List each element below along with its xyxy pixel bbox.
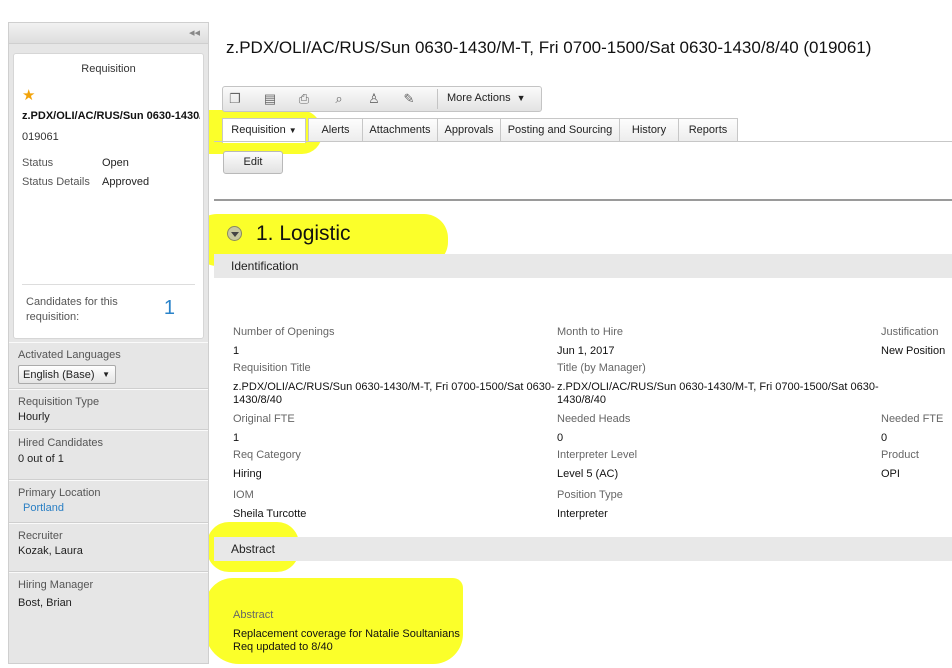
- interpreter-level-value: Level 5 (AC): [557, 468, 619, 480]
- tab-label: Attachments: [369, 124, 431, 136]
- iom-label: IOM: [233, 489, 254, 501]
- page-title: z.PDX/OLI/AC/RUS/Sun 0630-1430/M-T, Fri …: [226, 38, 872, 57]
- more-actions-button[interactable]: More Actions ▼: [447, 92, 526, 104]
- paste-icon[interactable]: ▤: [261, 91, 279, 107]
- status-value: Open: [102, 157, 129, 169]
- card-title: Requisition: [81, 63, 136, 75]
- needed-heads-value: 0: [557, 432, 564, 444]
- divider: [214, 199, 952, 201]
- candidates-count-link[interactable]: 1: [164, 297, 175, 320]
- requisition-number: 019061: [22, 131, 59, 143]
- edit-button[interactable]: Edit: [223, 151, 283, 174]
- tab-posting-and-sourcing[interactable]: Posting and Sourcing: [500, 118, 620, 142]
- primary-location-section: Primary Location Portland: [9, 480, 208, 523]
- requisition-card: Requisition ★ z.PDX/OLI/AC/RUS/Sun 0630-…: [13, 53, 204, 339]
- candidates-label: Candidates for this requisition:: [26, 296, 118, 323]
- user-search-icon[interactable]: ♙: [365, 91, 383, 107]
- iom-value: Sheila Turcotte: [233, 508, 307, 520]
- justification-value: New Position: [881, 345, 946, 357]
- original-fte-label: Original FTE: [233, 413, 295, 425]
- req-category-value: Hiring: [233, 468, 262, 480]
- divider: [22, 284, 195, 285]
- primary-location-label: Primary Location: [18, 487, 101, 499]
- interpreter-level-label: Interpreter Level: [557, 449, 638, 461]
- language-select[interactable]: English (Base) ▼: [18, 365, 116, 384]
- search-plus-icon[interactable]: ⌕: [330, 91, 348, 107]
- hired-candidates-section: Hired Candidates 0 out of 1: [9, 430, 208, 480]
- month-to-hire-value: Jun 1, 2017: [557, 345, 615, 357]
- tab-label: Approvals: [444, 124, 494, 136]
- tab-attachments[interactable]: Attachments: [362, 118, 438, 142]
- hired-candidates-value: 0 out of 1: [18, 453, 64, 465]
- needed-fte-label: Needed FTE: [881, 413, 944, 425]
- requisition-name: z.PDX/OLI/AC/RUS/Sun 0630-1430/M-T, Fri …: [22, 110, 200, 122]
- identification-band: Identification: [214, 254, 952, 278]
- activated-languages-label: Activated Languages: [18, 349, 121, 361]
- abstract-line-2: Req updated to 8/40: [233, 641, 333, 653]
- position-type-label: Position Type: [557, 489, 623, 501]
- tab-label: Posting and Sourcing: [507, 124, 613, 136]
- needed-heads-label: Needed Heads: [557, 413, 631, 425]
- product-label: Product: [881, 449, 919, 461]
- abstract-label: Abstract: [233, 609, 274, 621]
- needed-fte-value: 0: [881, 432, 888, 444]
- title-by-manager-value: z.PDX/OLI/AC/RUS/Sun 0630-1430/M-T, Fri …: [557, 381, 879, 406]
- chevron-down-icon: ▼: [516, 93, 526, 103]
- abstract-line-1: Replacement coverage for Natalie Soultan…: [233, 628, 460, 640]
- tab-reports[interactable]: Reports: [678, 118, 738, 142]
- collapse-icon[interactable]: ◂◂: [189, 26, 200, 39]
- tab-history[interactable]: History: [619, 118, 679, 142]
- number-of-openings-value: 1: [233, 345, 240, 357]
- copy-icon[interactable]: ❐: [226, 91, 244, 107]
- tab-label: Requisition: [231, 124, 286, 136]
- edit-note-icon[interactable]: ✎: [400, 91, 418, 107]
- original-fte-value: 1: [233, 432, 240, 444]
- requisition-title-label: Requisition Title: [233, 362, 311, 374]
- print-icon[interactable]: ⎙: [295, 91, 313, 107]
- hiring-manager-section: Hiring Manager Bost, Brian: [9, 572, 208, 632]
- recruiter-section: Recruiter Kozak, Laura: [9, 523, 208, 572]
- requisition-type-label: Requisition Type: [18, 396, 100, 408]
- more-actions-label: More Actions: [447, 92, 511, 104]
- tab-approvals[interactable]: Approvals: [437, 118, 501, 142]
- status-label: Status: [22, 157, 54, 169]
- position-type-value: Interpreter: [557, 508, 608, 520]
- tab-label: Reports: [688, 124, 728, 136]
- req-category-label: Req Category: [233, 449, 301, 461]
- requisition-type-section: Requisition Type Hourly: [9, 389, 208, 430]
- hiring-manager-label: Hiring Manager: [18, 579, 94, 591]
- requisition-title-value: z.PDX/OLI/AC/RUS/Sun 0630-1430/M-T, Fri …: [233, 381, 555, 406]
- requisition-type-value: Hourly: [18, 411, 50, 423]
- toolbar: ❐ ▤ ⎙ ⌕ ♙ ✎ More Actions ▼: [222, 86, 542, 112]
- recruiter-label: Recruiter: [18, 530, 63, 542]
- activated-languages-section: Activated Languages English (Base) ▼: [9, 342, 208, 389]
- tab-label: Alerts: [321, 124, 350, 136]
- status-details-value: Approved: [102, 176, 150, 188]
- collapse-section-icon[interactable]: [227, 226, 242, 241]
- number-of-openings-label: Number of Openings: [233, 326, 335, 338]
- product-value: OPI: [881, 468, 900, 480]
- tab-label: History: [631, 124, 667, 136]
- status-details-label: Status Details: [22, 176, 90, 188]
- main-content: z.PDX/OLI/AC/RUS/Sun 0630-1430/M-T, Fri …: [214, 22, 952, 668]
- tab-underline: [214, 141, 952, 142]
- chevron-down-icon: ▼: [288, 126, 297, 135]
- tab-alerts[interactable]: Alerts: [308, 118, 363, 142]
- sidebar-collapse-bar: ◂◂: [9, 23, 208, 44]
- tab-requisition[interactable]: Requisition ▼: [222, 118, 306, 143]
- star-icon[interactable]: ★: [22, 86, 35, 104]
- title-by-manager-label: Title (by Manager): [557, 362, 646, 374]
- abstract-band: Abstract: [214, 537, 952, 561]
- primary-location-link[interactable]: Portland: [18, 502, 199, 514]
- hired-candidates-label: Hired Candidates: [18, 437, 103, 449]
- toolbar-separator: [437, 89, 438, 109]
- month-to-hire-label: Month to Hire: [557, 326, 624, 338]
- language-select-value: English (Base): [23, 368, 95, 381]
- sidebar: ◂◂ Requisition ★ z.PDX/OLI/AC/RUS/Sun 06…: [8, 22, 209, 664]
- chevron-down-icon: ▼: [102, 370, 110, 379]
- hiring-manager-value: Bost, Brian: [18, 597, 72, 609]
- recruiter-value: Kozak, Laura: [18, 545, 83, 557]
- section-title: 1. Logistic: [256, 222, 351, 245]
- justification-label: Justification: [881, 326, 939, 338]
